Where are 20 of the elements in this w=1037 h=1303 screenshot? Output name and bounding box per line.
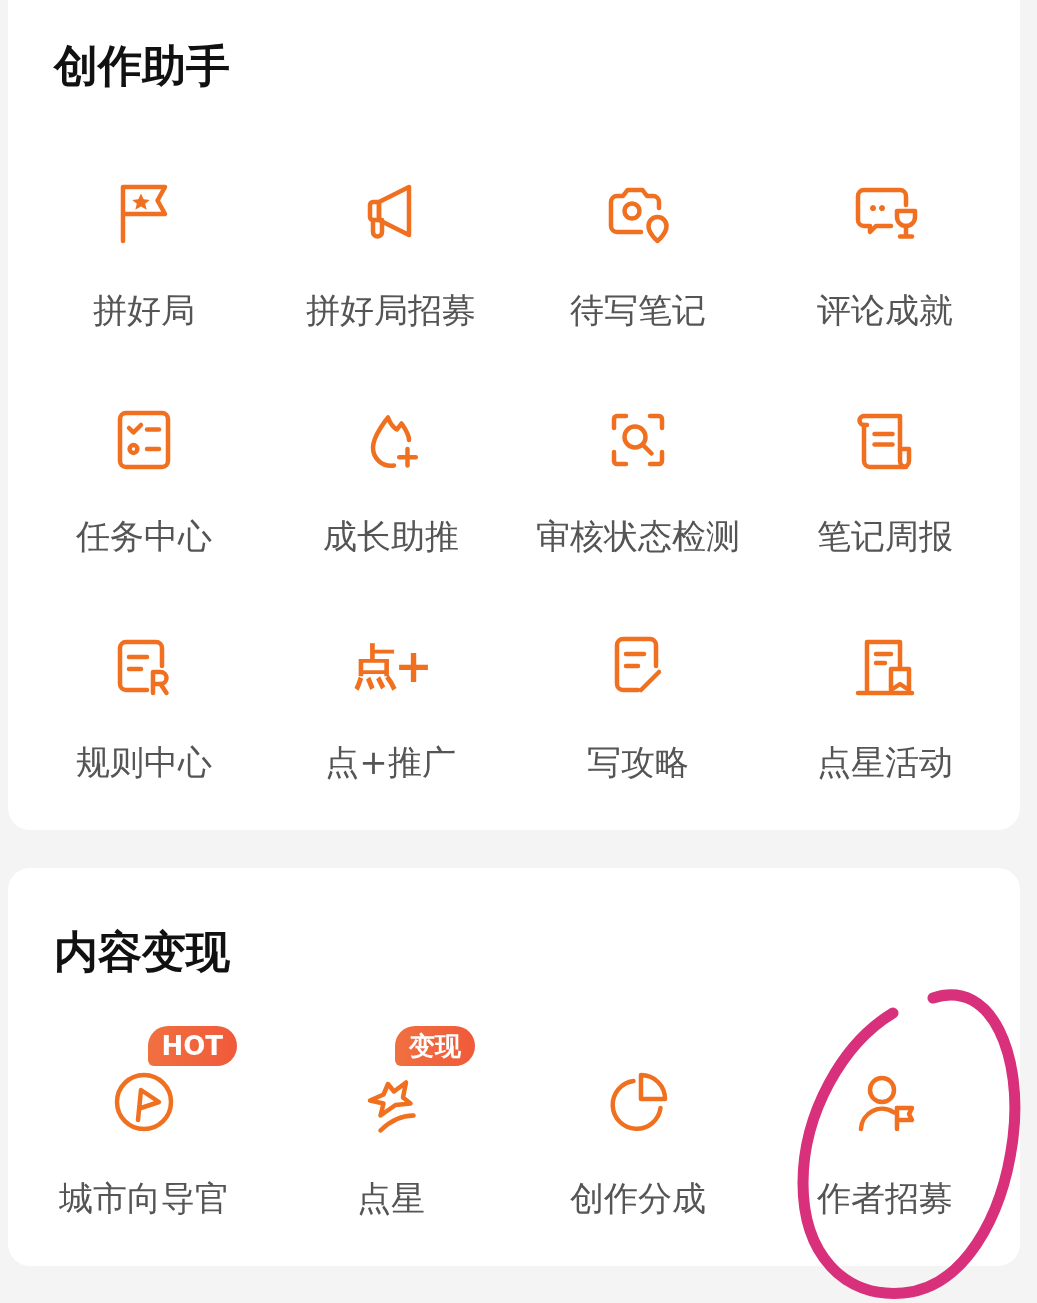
item-label[interactable]: 待写笔记 bbox=[569, 290, 706, 330]
item-label[interactable]: 创作分成 bbox=[569, 1178, 706, 1218]
item-label[interactable]: 评论成就 bbox=[816, 290, 953, 330]
item-label[interactable]: 拼好局 bbox=[92, 290, 195, 330]
item-label[interactable]: 任务中心 bbox=[75, 516, 212, 556]
item-label[interactable]: 笔记周报 bbox=[816, 516, 953, 556]
badge: HOT bbox=[147, 1026, 238, 1066]
item-label[interactable]: 点+推广 bbox=[325, 742, 456, 782]
item-label[interactable]: 点星 bbox=[356, 1178, 425, 1218]
item-label[interactable]: 点星活动 bbox=[816, 742, 953, 782]
item-label[interactable]: 规则中心 bbox=[75, 742, 212, 782]
item-label[interactable]: 作者招募 bbox=[816, 1178, 953, 1218]
item-label[interactable]: 成长助推 bbox=[322, 516, 459, 556]
item-label[interactable]: 写攻略 bbox=[586, 742, 689, 782]
section-title: 内容变现 bbox=[54, 925, 231, 979]
item-label[interactable]: 拼好局招募 bbox=[305, 290, 476, 330]
item-label[interactable]: 审核状态检测 bbox=[535, 516, 740, 556]
item-label[interactable]: 城市向导官 bbox=[58, 1178, 229, 1218]
section-title: 创作助手 bbox=[54, 39, 231, 93]
badge: 变现 bbox=[394, 1026, 475, 1066]
